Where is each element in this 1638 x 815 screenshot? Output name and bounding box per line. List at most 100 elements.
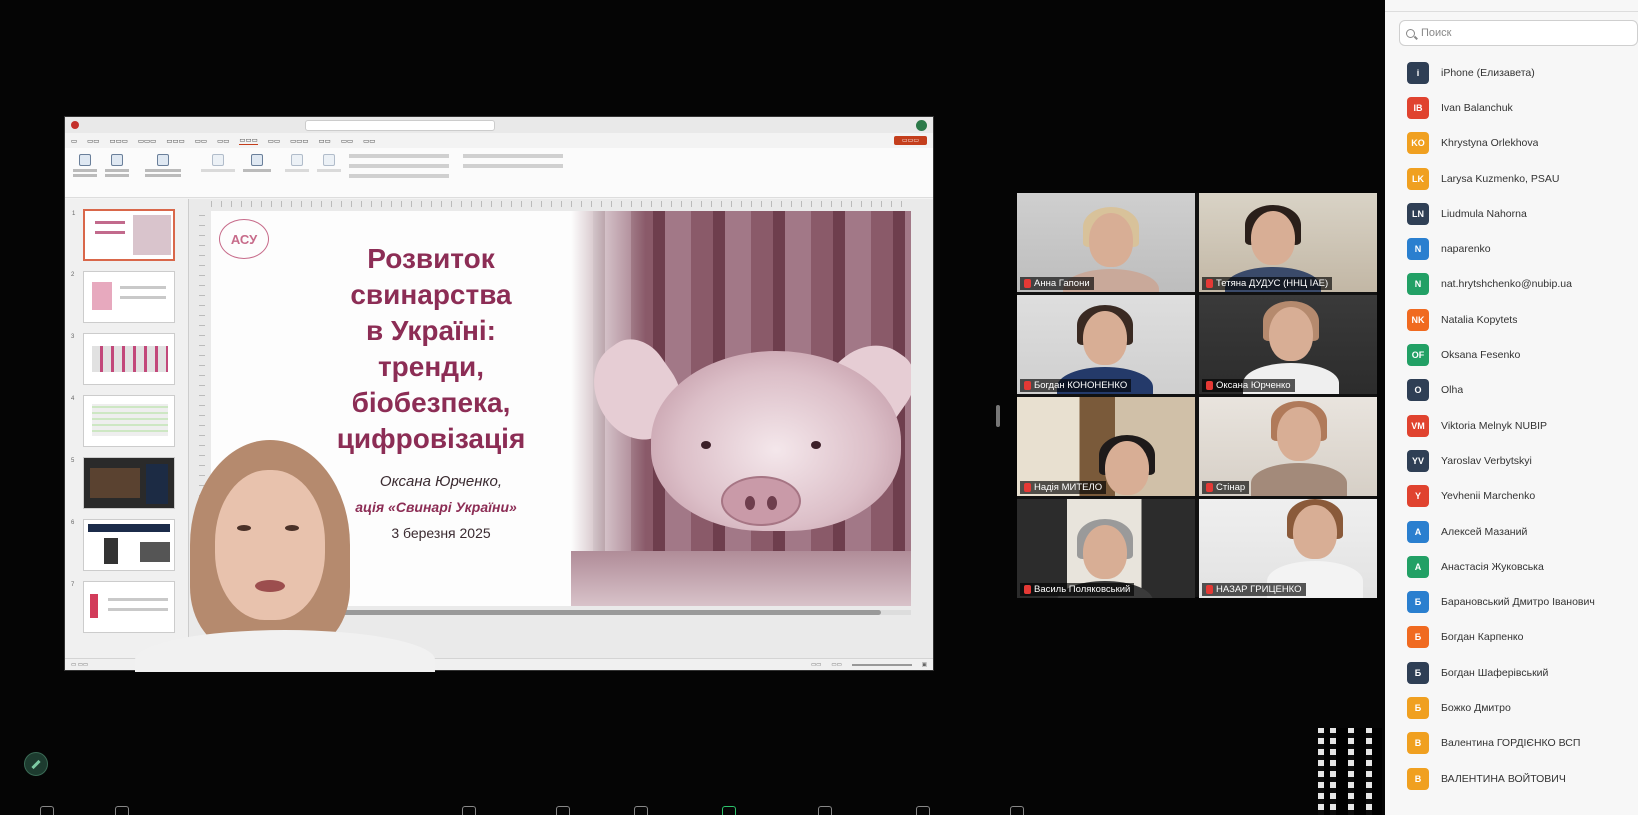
participant-row[interactable]: В Валентина ГОРДІЄНКО ВСП xyxy=(1407,726,1638,761)
menu-tab[interactable]: ▭▭ xyxy=(268,137,280,145)
annotate-button[interactable] xyxy=(24,752,48,776)
participant-row[interactable]: i iPhone (Елизавета) xyxy=(1407,55,1638,90)
menu-tab[interactable]: ▭▭▭ xyxy=(166,137,184,145)
toolbar-icon[interactable] xyxy=(40,806,54,815)
ribbon-button[interactable] xyxy=(143,154,183,184)
toolbar-icon[interactable] xyxy=(818,806,832,815)
ribbon-button[interactable] xyxy=(283,154,311,184)
participant-row[interactable]: Б Богдан Карпенко xyxy=(1407,620,1638,655)
participant-row[interactable]: Y Yevhenii Marchenko xyxy=(1407,479,1638,514)
zoom-slider[interactable] xyxy=(851,663,912,666)
menu-tab[interactable]: ▭▭ xyxy=(87,137,99,145)
participant-name: Василь Поляковський xyxy=(1034,584,1131,595)
participant-name: nat.hrytshchenko@nubip.ua xyxy=(1441,278,1572,291)
menu-tab[interactable]: ▭▭ xyxy=(363,137,375,145)
mic-muted-icon xyxy=(1206,483,1213,492)
video-tile[interactable]: Надія МИТЕЛО xyxy=(1017,397,1195,496)
participant-row[interactable]: OF Oksana Fesenko xyxy=(1407,337,1638,372)
slide-thumbnail[interactable]: 3 xyxy=(71,333,175,385)
ribbon-button[interactable] xyxy=(241,154,273,184)
participant-name: Надія МИТЕЛО xyxy=(1034,482,1103,493)
toolbar-icon[interactable] xyxy=(916,806,930,815)
toolbar-icon[interactable] xyxy=(556,806,570,815)
participant-row[interactable]: LN Liudmula Nahorna xyxy=(1407,196,1638,231)
video-tile-name: Оксана Юрченко xyxy=(1202,379,1295,392)
ribbon-options[interactable] xyxy=(463,154,563,174)
slide-thumbnail[interactable]: 1 xyxy=(72,209,175,261)
ribbon-button[interactable] xyxy=(315,154,343,184)
participant-row[interactable]: Nnaparenko xyxy=(1407,231,1638,266)
share-screen-icon[interactable] xyxy=(722,806,736,815)
zoom-meeting-window: ▭ ▭▭ ▭▭▭ ▭▭▭ ▭▭▭ ▭▭ ▭▭ ▭▭▭ ▭▭ ▭▭▭ ▭▭ ▭▭ … xyxy=(0,0,1638,815)
toolbar-icon[interactable] xyxy=(634,806,648,815)
participant-list: i iPhone (Елизавета) IB Ivan Balanchuk KO Khr… xyxy=(1407,55,1638,796)
menu-tab[interactable]: ▭▭▭ xyxy=(109,137,127,145)
slide-title: Розвиток свинарства в Україні: тренди, б… xyxy=(281,241,581,457)
share-button[interactable]: ▭▭▭ xyxy=(893,136,927,145)
mic-muted-icon xyxy=(1024,585,1031,594)
participant-name: Богдан КОНОНЕНКО xyxy=(1034,380,1128,391)
participant-name: Анна Гапони xyxy=(1034,278,1090,289)
participant-row[interactable]: LK Larysa Kuzmenko, PSAU xyxy=(1407,161,1638,196)
search-icon xyxy=(1406,28,1415,38)
mic-muted-icon xyxy=(1024,279,1031,288)
video-tile-name: Богдан КОНОНЕНКО xyxy=(1020,379,1132,392)
powerpoint-logo-icon xyxy=(71,121,79,129)
pig-image xyxy=(811,441,821,449)
powerpoint-search-box[interactable] xyxy=(305,119,495,131)
menu-tab[interactable]: ▭ xyxy=(71,137,77,145)
participant-face xyxy=(1269,307,1313,361)
participant-row[interactable]: А Алексей Мазаний xyxy=(1407,514,1638,549)
participant-row[interactable]: Б Барановський Дмитро Іванович xyxy=(1407,584,1638,619)
participant-row[interactable]: IB Ivan Balanchuk xyxy=(1407,90,1638,125)
ribbon-options[interactable] xyxy=(349,154,449,184)
video-tile[interactable]: Тетяна ДУДУС (ННЦ ІАЕ) xyxy=(1199,193,1377,292)
menu-tab[interactable]: ▭▭ xyxy=(319,137,331,145)
participant-row[interactable]: VM Viktoria Melnyk NUBIP xyxy=(1407,408,1638,443)
participant-row[interactable]: O Olha xyxy=(1407,373,1638,408)
video-tile[interactable]: НАЗАР ГРИЦЕНКО xyxy=(1199,499,1377,598)
notes-button[interactable]: ▭▭ xyxy=(811,662,821,668)
resize-handle[interactable] xyxy=(996,405,1000,427)
presenter-video xyxy=(135,440,435,672)
video-tile[interactable]: Оксана Юрченко xyxy=(1199,295,1377,394)
presenter-body xyxy=(135,630,435,672)
menu-tab[interactable]: ▭▭▭ xyxy=(290,137,308,145)
video-tile[interactable]: Стінар xyxy=(1199,397,1377,496)
participant-row[interactable]: Nnat.hrytshchenko@nubip.ua xyxy=(1407,267,1638,302)
horizontal-ruler xyxy=(211,201,911,207)
participant-row[interactable]: Б Божко Дмитро xyxy=(1407,690,1638,725)
toolbar-icon[interactable] xyxy=(115,806,129,815)
participant-row[interactable]: А Анастасія Жуковська xyxy=(1407,549,1638,584)
participant-name: Yevhenii Marchenko xyxy=(1441,490,1536,503)
pig-image xyxy=(721,476,801,526)
video-tile-name: НАЗАР ГРИЦЕНКО xyxy=(1202,583,1306,596)
participant-row[interactable]: NK Natalia Kopytets xyxy=(1407,302,1638,337)
participant-avatar: LN xyxy=(1407,202,1429,225)
toolbar-icon[interactable] xyxy=(1010,806,1024,815)
participant-row[interactable]: KO Khrystyna Orlekhova xyxy=(1407,126,1638,161)
slide-thumbnail[interactable]: 2 xyxy=(71,271,175,323)
video-tile[interactable]: Богдан КОНОНЕНКО xyxy=(1017,295,1195,394)
participant-search-input[interactable]: Поиск xyxy=(1399,20,1638,46)
menu-tab[interactable]: ▭▭▭ xyxy=(138,137,156,145)
participant-row[interactable]: YV Yaroslav Verbytskyi xyxy=(1407,443,1638,478)
menu-tab-active[interactable]: ▭▭▭ xyxy=(239,136,258,145)
menu-tab[interactable]: ▭▭ xyxy=(341,137,353,145)
menu-tab[interactable]: ▭▭ xyxy=(217,137,229,145)
toolbar-icon[interactable] xyxy=(462,806,476,815)
participant-name: Алексей Мазаний xyxy=(1441,525,1528,538)
menu-tab[interactable]: ▭▭ xyxy=(195,137,207,145)
participant-row[interactable]: Б Богдан Шаферівський xyxy=(1407,655,1638,690)
fit-slide-icon[interactable]: ▣ xyxy=(922,662,927,668)
user-avatar[interactable] xyxy=(916,119,927,131)
video-tile[interactable]: Анна Гапони xyxy=(1017,193,1195,292)
ribbon-button[interactable] xyxy=(199,154,237,184)
ribbon-button[interactable] xyxy=(103,154,131,184)
ribbon-button[interactable] xyxy=(71,154,99,184)
participant-row[interactable]: В ВАЛЕНТИНА ВОЙТОВИЧ xyxy=(1407,761,1638,796)
powerpoint-menubar: ▭ ▭▭ ▭▭▭ ▭▭▭ ▭▭▭ ▭▭ ▭▭ ▭▭▭ ▭▭ ▭▭▭ ▭▭ ▭▭ … xyxy=(65,133,933,148)
view-button[interactable]: ▭▭ xyxy=(831,662,841,668)
participant-avatar: В xyxy=(1407,767,1429,790)
video-tile[interactable]: Василь Поляковський xyxy=(1017,499,1195,598)
